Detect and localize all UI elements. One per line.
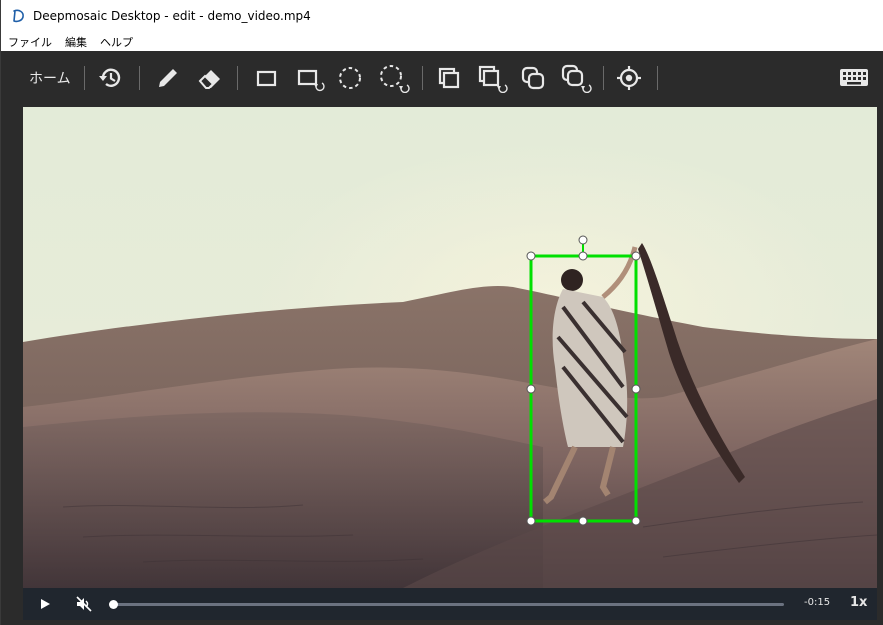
seek-thumb[interactable] [109,600,118,609]
rectangle-icon [256,70,277,87]
copy-rectangle-rotate-button[interactable] [475,63,509,93]
pencil-icon [159,69,177,87]
ellipse-rotate-icon [380,65,410,93]
resize-handle[interactable] [526,251,536,261]
player-controls: -0:15 1x [23,588,877,620]
home-button[interactable]: ホーム [29,68,71,88]
pencil-button[interactable] [151,63,185,93]
copy-rounded-button[interactable] [516,63,550,93]
toolbar-separator [139,66,140,90]
toolbar-separator [657,66,658,90]
menu-edit[interactable]: 編集 [65,34,87,50]
copy-rectangle-button[interactable] [432,63,466,93]
video-frame-image [23,107,877,588]
eraser-button[interactable] [193,63,227,93]
history-button[interactable] [94,63,128,93]
toolbar: ホーム [1,51,883,107]
play-icon[interactable] [37,596,53,612]
copy-rounded-rotate-icon [561,64,592,93]
ellipse-button[interactable] [333,63,367,93]
resize-handle[interactable] [578,516,588,526]
toolbar-separator [84,66,85,90]
keyboard-icon [840,69,868,86]
copy-rectangle-rotate-icon [478,65,508,93]
resize-handle[interactable] [578,251,588,261]
video-canvas[interactable] [23,107,877,588]
resize-handle[interactable] [631,516,641,526]
app-window: Deepmosaic Desktop - edit - demo_video.m… [0,0,883,625]
resize-handle[interactable] [631,251,641,261]
ellipse-icon [339,67,361,89]
rotate-handle[interactable] [578,235,588,245]
history-icon [99,68,121,87]
eraser-icon [198,70,220,89]
resize-handle[interactable] [631,384,641,394]
time-remaining: -0:15 [804,597,831,608]
copy-rounded-rotate-button[interactable] [559,63,593,93]
resize-handle[interactable] [526,384,536,394]
title-bar: Deepmosaic Desktop - edit - demo_video.m… [1,0,883,32]
deepmosaic-logo-icon [13,9,24,23]
menu-help[interactable]: ヘルプ [100,34,133,50]
resize-handle[interactable] [526,516,536,526]
toolbar-separator [237,66,238,90]
window-title: Deepmosaic Desktop - edit - demo_video.m… [33,9,311,23]
ellipse-rotate-button[interactable] [377,63,411,93]
keyboard-button[interactable] [837,63,871,93]
window-bottom-edge [1,620,883,625]
playback-speed-button[interactable]: 1x [850,595,867,610]
copy-rectangle-icon [438,67,460,89]
target-icon [617,66,641,90]
toolbar-separator [422,66,423,90]
toolbar-separator [603,66,604,90]
menu-file[interactable]: ファイル [8,34,52,50]
rectangle-rotate-icon [297,69,325,92]
seek-bar[interactable] [112,603,784,606]
menu-bar: ファイル 編集 ヘルプ [1,32,883,51]
rectangle-rotate-button[interactable] [293,63,327,93]
target-button[interactable] [612,63,646,93]
copy-rounded-icon [521,66,545,90]
mute-icon[interactable] [75,595,93,613]
rectangle-button[interactable] [249,63,283,93]
